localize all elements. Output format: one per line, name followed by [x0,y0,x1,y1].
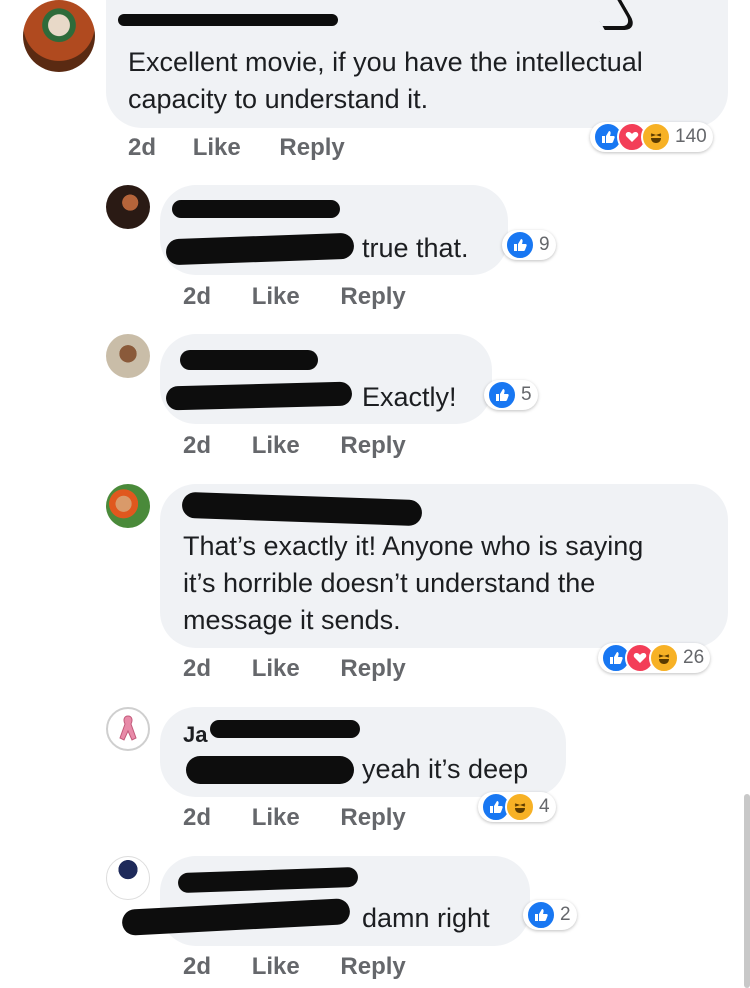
like-button[interactable]: Like [252,804,300,831]
comment-meta: 2d Like Reply [183,804,406,832]
redacted-name [180,350,318,370]
comment-text: Exactly! [362,382,457,412]
timestamp[interactable]: 2d [183,804,211,831]
timestamp[interactable]: 2d [183,432,211,459]
reaction-count: 2 [560,904,571,925]
reaction-count: 26 [683,647,705,668]
comment-text-line: Excellent movie, if you have the intelle… [128,47,643,77]
like-button[interactable]: Like [193,134,241,161]
reactions-summary[interactable]: 2 [523,900,577,930]
like-icon [526,900,556,930]
reactions-summary[interactable]: 26 [598,643,711,673]
reactions-summary[interactable]: 9 [502,230,556,260]
timestamp[interactable]: 2d [183,953,211,980]
reply-button[interactable]: Reply [340,804,405,831]
avatar-joker[interactable] [23,0,95,72]
reply-button[interactable]: Reply [340,432,405,459]
comment-text-line: capacity to understand it. [128,84,429,114]
redacted-mention [186,756,354,784]
pink-ribbon-icon [118,714,138,742]
timestamp[interactable]: 2d [183,655,211,682]
haha-icon [649,643,679,673]
haha-icon [505,792,535,822]
comment-text-line: That’s exactly it! Anyone who is saying [183,531,644,561]
avatar-user[interactable] [106,185,150,229]
comment-meta: 2d Like Reply [183,432,406,460]
reaction-count: 5 [521,384,532,405]
redacted-name [118,14,338,26]
redacted-name [172,200,340,218]
comment-text-line: it’s horrible doesn’t understand the [183,568,596,598]
like-button[interactable]: Like [252,283,300,310]
reply-button[interactable]: Reply [340,283,405,310]
avatar-user[interactable] [106,484,150,528]
comment-author-fragment: Ja [183,722,208,747]
haha-icon [641,122,671,152]
reaction-count: 9 [539,234,550,255]
comment-meta: 2d Like Reply [128,134,345,162]
reaction-count: 140 [675,126,707,147]
comment-text-line: message it sends. [183,605,401,635]
redacted-name [210,720,360,738]
comment-meta: 2d Like Reply [183,953,406,981]
redacted-mention [165,381,353,411]
like-icon [487,380,517,410]
comment-meta: 2d Like Reply [183,283,406,311]
reaction-count: 4 [539,796,550,817]
scrollbar[interactable] [744,794,750,988]
like-button[interactable]: Like [252,953,300,980]
like-button[interactable]: Like [252,655,300,682]
avatar-user[interactable] [106,856,150,900]
reactions-summary[interactable]: 4 [478,792,556,822]
comment-meta: 2d Like Reply [183,655,406,683]
reply-button[interactable]: Reply [279,134,344,161]
timestamp[interactable]: 2d [128,134,156,161]
timestamp[interactable]: 2d [183,283,211,310]
comment-text: damn right [362,903,490,933]
reactions-summary[interactable]: 5 [484,380,538,410]
comment-text: true that. [362,233,469,263]
reply-button[interactable]: Reply [340,953,405,980]
reactions-summary[interactable]: 140 [590,122,713,152]
like-button[interactable]: Like [252,432,300,459]
comment-text: yeah it’s deep [362,754,529,784]
like-icon [505,230,535,260]
reply-button[interactable]: Reply [340,655,405,682]
avatar-user[interactable] [106,334,150,378]
